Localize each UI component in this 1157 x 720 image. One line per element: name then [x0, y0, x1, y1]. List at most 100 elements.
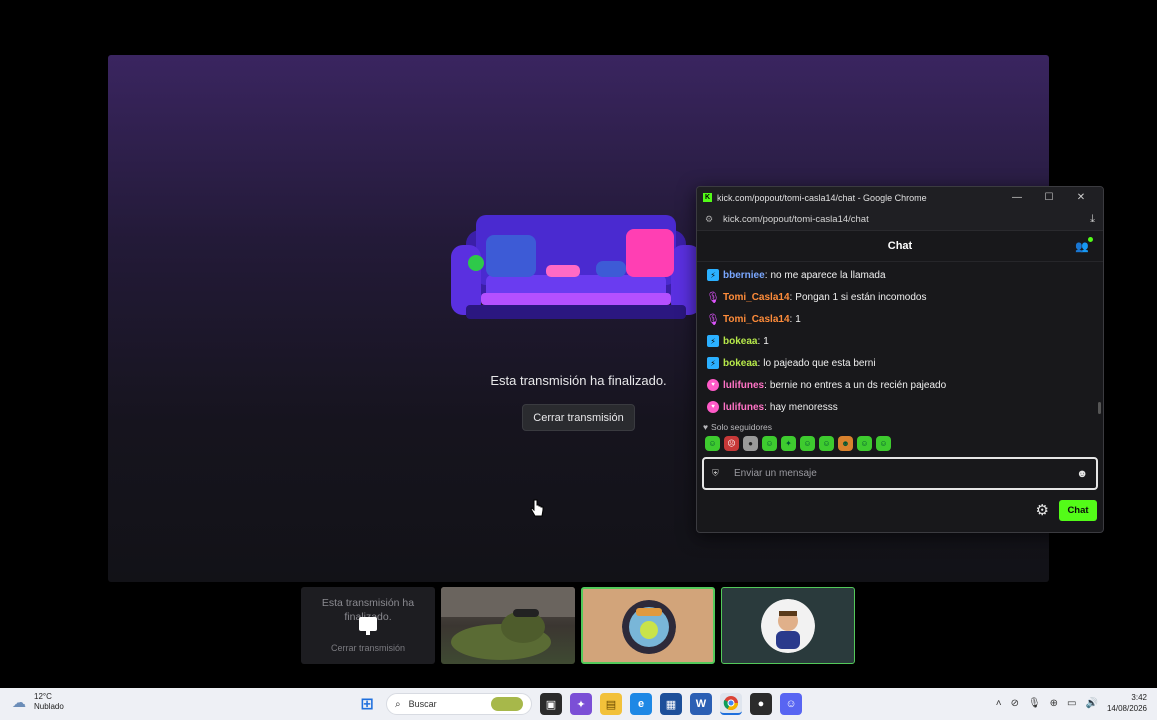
- emote-icon[interactable]: ☺: [762, 436, 777, 451]
- weather-widget[interactable]: ☁ 12°C Nublado: [12, 692, 64, 712]
- thumbnail-avatar-cartoon[interactable]: [721, 587, 855, 664]
- chat-text: 1: [795, 313, 801, 325]
- volume-icon[interactable]: 🔊: [1086, 698, 1098, 709]
- emote-icon[interactable]: ●: [743, 436, 758, 451]
- window-title: kick.com/popout/tomi-casla14/chat - Goog…: [717, 192, 927, 203]
- chat-message: 🎙 Tomi_Casla14: Pongan 1 si están incomodo…: [706, 286, 1093, 308]
- microphone-badge-icon: 🎙: [706, 291, 720, 304]
- chat-text: lo pajeado que esta berni: [763, 357, 876, 369]
- chrome-icon[interactable]: [720, 693, 742, 715]
- emote-icon[interactable]: ☺: [819, 436, 834, 451]
- network-off-icon[interactable]: ⊘: [1011, 698, 1019, 709]
- chat-message-list[interactable]: ⚡ bberniee: no me aparece la llamada 🎙 Tomi_…: [697, 262, 1103, 420]
- discord-icon[interactable]: ☺: [780, 693, 802, 715]
- chat-message: ♥ lulifunes: bernie no entres a un ds reci…: [707, 374, 1093, 396]
- chat-header: Chat 👥: [697, 231, 1103, 262]
- chat-username[interactable]: Tomi_Casla14: [723, 292, 790, 303]
- thumbnail-camera-crocodile[interactable]: [441, 587, 575, 664]
- word-icon[interactable]: W: [690, 693, 712, 715]
- url-text[interactable]: kick.com/popout/tomi-casla14/chat: [723, 214, 1090, 225]
- chevron-up-icon[interactable]: ˄: [996, 698, 1002, 709]
- send-chat-button[interactable]: Chat: [1059, 499, 1097, 521]
- hand-cursor-icon: [530, 499, 544, 517]
- thumbnail-close-button[interactable]: Cerrar transmisión: [301, 643, 435, 653]
- chat-message: ⚡ bokeaa: lo pajeado que esta berni: [707, 352, 1093, 374]
- chat-message: ⚡ bberniee: no me aparece la llamada: [707, 264, 1093, 286]
- taskbar-search[interactable]: ⌕ Buscar: [386, 693, 532, 715]
- gear-icon[interactable]: ⚙: [1036, 501, 1049, 519]
- chat-message: ⚡ bokeaa:1: [707, 330, 1093, 352]
- weather-condition: Nublado: [34, 702, 64, 711]
- file-explorer-icon[interactable]: ▤: [600, 693, 622, 715]
- shield-icon: ⛨: [712, 468, 719, 478]
- chat-username[interactable]: bberniee: [723, 270, 765, 281]
- users-icon[interactable]: 👥: [1075, 237, 1093, 253]
- chat-separator: :: [764, 269, 768, 281]
- chat-separator: :: [789, 291, 793, 303]
- microphone-badge-icon: 🎙: [706, 313, 720, 326]
- site-settings-icon[interactable]: ⚙: [705, 214, 717, 225]
- battery-icon[interactable]: ▭: [1067, 698, 1076, 709]
- clock[interactable]: 3:42 14/08/2026: [1107, 692, 1147, 714]
- chat-separator: :: [757, 335, 761, 347]
- kick-logo-icon: K: [703, 193, 712, 202]
- chat-scrollbar[interactable]: [1098, 402, 1101, 414]
- chat-text: Pongan 1 si están incomodos: [795, 291, 927, 303]
- microphone-icon[interactable]: 🎙: [1028, 698, 1041, 709]
- task-view-icon[interactable]: ▣: [540, 693, 562, 715]
- chat-message: 🎙 Tomi_Casla14:1: [706, 308, 1093, 330]
- chat-separator: :: [757, 357, 761, 369]
- followers-only-indicator: ♥ Solo seguidores: [697, 420, 1103, 434]
- emote-bar: ☺ ☹ ● ☺ ✦ ☺ ☺ ☻ ☺ ☺: [697, 434, 1103, 453]
- minimize-icon[interactable]: —: [1001, 192, 1033, 203]
- chat-text: hay menoresss: [769, 401, 838, 413]
- download-icon[interactable]: ⤓: [1090, 213, 1095, 226]
- heart-icon: ♥: [703, 422, 709, 432]
- chat-text: bernie no entres a un ds recién pajeado: [769, 379, 947, 391]
- emote-icon[interactable]: ☺: [876, 436, 891, 451]
- clock-date: 14/08/2026: [1106, 704, 1147, 713]
- chat-username[interactable]: bokeaa: [723, 336, 757, 347]
- location-icon[interactable]: ⊕: [1050, 698, 1058, 709]
- ai-app-icon[interactable]: ✦: [570, 693, 592, 715]
- window-titlebar: K kick.com/popout/tomi-casla14/chat - Go…: [697, 187, 1103, 208]
- screen: Esta transmisión ha finalizado. Cerrar t…: [0, 0, 1157, 720]
- participant-thumbnails: Esta transmisión ha finalizado. Cerrar t…: [301, 587, 855, 664]
- emote-icon[interactable]: ☺: [800, 436, 815, 451]
- close-stream-button[interactable]: Cerrar transmisión: [522, 404, 635, 431]
- chat-username[interactable]: lulifunes: [723, 380, 764, 391]
- cloud-icon: ☁: [12, 693, 26, 710]
- emote-icon[interactable]: ☹: [724, 436, 739, 451]
- avatar: [622, 600, 676, 654]
- chat-input[interactable]: [734, 468, 1077, 479]
- chat-separator: :: [764, 401, 767, 413]
- edge-browser-icon[interactable]: e: [630, 693, 652, 715]
- chat-text: 1: [763, 335, 769, 347]
- maximize-icon[interactable]: ☐: [1033, 192, 1065, 203]
- emote-icon[interactable]: ✦: [781, 436, 796, 451]
- emote-icon[interactable]: ☻: [838, 436, 853, 451]
- chat-separator: :: [764, 379, 767, 391]
- thumbnail-avatar-tennis[interactable]: [581, 587, 715, 664]
- emote-icon[interactable]: ☺: [705, 436, 720, 451]
- offline-couch-illustration: [451, 215, 701, 319]
- chat-actions: ⚙ Chat: [697, 490, 1103, 530]
- emoji-picker-icon[interactable]: ☻: [1076, 468, 1088, 480]
- search-icon: ⌕: [395, 698, 401, 710]
- store-icon[interactable]: ▦: [660, 693, 682, 715]
- chat-separator: :: [789, 313, 793, 325]
- emote-icon[interactable]: ☺: [857, 436, 872, 451]
- chat-input-box[interactable]: ⛨ ☻: [702, 457, 1098, 490]
- thumbnail-ended-stream[interactable]: Esta transmisión ha finalizado. Cerrar t…: [301, 587, 435, 664]
- search-label: Buscar: [408, 699, 437, 709]
- chat-username[interactable]: lulifunes: [723, 402, 764, 413]
- chat-username[interactable]: bokeaa: [723, 358, 757, 369]
- chat-message: ♥ lulifunes: hay menoresss: [707, 396, 1093, 418]
- chat-username[interactable]: Tomi_Casla14: [723, 314, 790, 325]
- address-bar[interactable]: ⚙ kick.com/popout/tomi-casla14/chat ⤓: [697, 208, 1103, 231]
- followers-only-label: Solo seguidores: [711, 422, 773, 432]
- windows-start-icon[interactable]: ⊞: [356, 693, 378, 715]
- bolt-badge-icon: ⚡: [707, 335, 719, 347]
- app-with-notification-icon[interactable]: ●: [750, 693, 772, 715]
- close-icon[interactable]: ✕: [1065, 192, 1097, 203]
